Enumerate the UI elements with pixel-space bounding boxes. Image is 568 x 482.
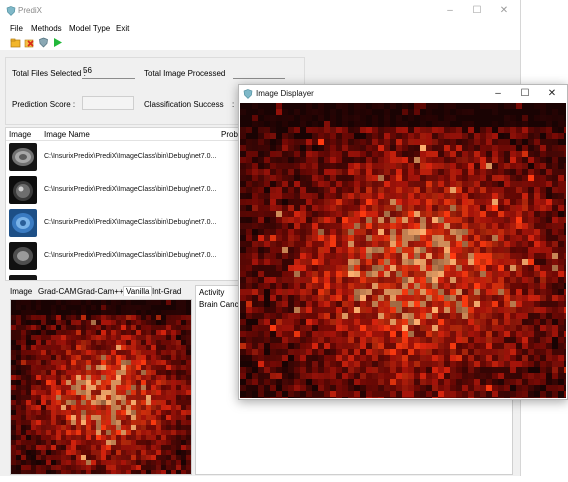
ct-thumbnail [9, 143, 37, 171]
displayer-maximize-button[interactable]: ☐ [518, 87, 532, 101]
table-row[interactable]: C:\InsurixPredix\PrediX\ImageClass\bin\D… [6, 141, 242, 173]
table-row[interactable]: C:\InsurixPredix\PrediX\ImageClass\bin\D… [6, 207, 242, 239]
app-shield-icon [243, 89, 253, 99]
column-image[interactable]: Image [9, 130, 31, 139]
tab-grad-cam[interactable]: Grad-CAM [38, 287, 76, 296]
prediction-score-field[interactable] [82, 96, 134, 110]
classification-colon: : [232, 100, 235, 109]
classification-label: Classification Success [144, 100, 224, 109]
image-displayer-window: Image Displayer – ☐ ✕ [238, 84, 568, 400]
row-path: C:\InsurixPredix\PrediX\ImageClass\bin\D… [44, 186, 217, 193]
displayer-close-button[interactable]: ✕ [545, 87, 559, 101]
menu-exit[interactable]: Exit [116, 24, 129, 33]
close-button[interactable]: ✕ [497, 4, 511, 18]
open-folder-icon[interactable] [10, 37, 21, 48]
menu-methods[interactable]: Methods [31, 24, 62, 33]
toolbar [0, 35, 520, 50]
menu-file[interactable]: File [10, 24, 23, 33]
activity-header: Activity [199, 288, 225, 297]
ct-thumbnail [9, 275, 37, 280]
saliency-preview [10, 299, 192, 475]
displayer-minimize-button[interactable]: – [491, 87, 505, 101]
row-path: C:\InsurixPredix\PrediX\ImageClass\bin\D… [44, 153, 217, 160]
ct-thumbnail [9, 209, 37, 237]
saliency-heatmap-large [240, 103, 566, 398]
table-row[interactable]: C:\InsurixPredix\PrediX\ImageClass\bin\D… [6, 174, 242, 206]
saliency-heatmap-small [11, 300, 191, 474]
total-processed-field[interactable] [233, 66, 285, 79]
tab-vanilla[interactable]: Vanilla [123, 286, 153, 296]
menu-model-type[interactable]: Model Type [69, 24, 110, 33]
method-tabs: Image Grad-CAM Grad-Cam++ Vanilla Int-Gr… [5, 285, 190, 299]
window-title: PrediX [18, 6, 43, 15]
row-path: C:\InsurixPredix\PrediX\ImageClass\bin\D… [44, 219, 217, 226]
total-files-label: Total Files Selected : [12, 69, 86, 78]
table-row[interactable] [6, 273, 242, 280]
title-bar: PrediX – ☐ ✕ [0, 0, 520, 22]
ct-thumbnail [9, 176, 37, 204]
column-image-name[interactable]: Image Name [44, 130, 90, 139]
list-header: Image Image Name Proba [6, 128, 242, 141]
shield-icon[interactable] [38, 37, 49, 48]
delete-icon[interactable] [24, 37, 35, 48]
total-processed-label: Total Image Processed [144, 69, 226, 78]
prediction-score-label: Prediction Score : [12, 100, 76, 109]
tab-image[interactable]: Image [10, 287, 32, 296]
displayer-title-bar: Image Displayer – ☐ ✕ [239, 85, 567, 103]
minimize-button[interactable]: – [443, 4, 457, 18]
image-list[interactable]: Image Image Name Proba C:\InsurixPredix\… [5, 127, 243, 281]
app-shield-icon [6, 6, 16, 16]
total-files-field[interactable]: 56 [82, 66, 135, 79]
tab-grad-cam-pp[interactable]: Grad-Cam++ [77, 287, 124, 296]
tab-int-grad[interactable]: Int-Grad [152, 287, 181, 296]
displayer-title: Image Displayer [256, 89, 314, 98]
ct-thumbnail [9, 242, 37, 270]
maximize-button[interactable]: ☐ [470, 4, 484, 18]
row-path: C:\InsurixPredix\PrediX\ImageClass\bin\D… [44, 252, 217, 259]
run-icon[interactable] [52, 37, 63, 48]
menu-bar: File Methods Model Type Exit [0, 22, 520, 35]
table-row[interactable]: C:\InsurixPredix\PrediX\ImageClass\bin\D… [6, 240, 242, 272]
